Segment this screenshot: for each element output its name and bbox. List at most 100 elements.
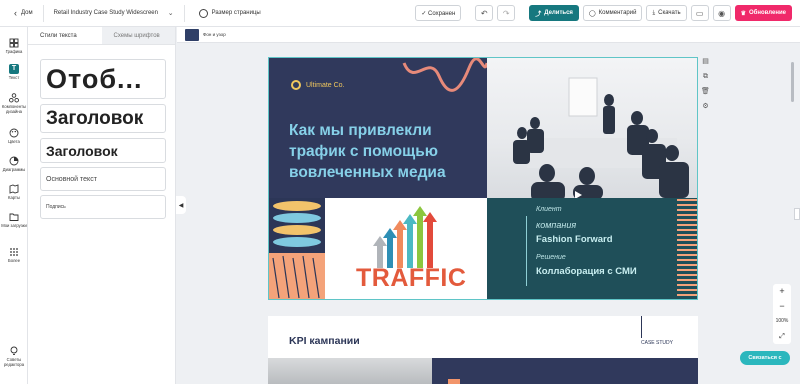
- rail-item-components[interactable]: Компоненты дизайна: [0, 93, 28, 114]
- rail-item-more[interactable]: Более: [0, 247, 28, 264]
- logo-ring-icon: [291, 80, 301, 90]
- kpi-title: KPI кампании: [289, 335, 360, 347]
- stripe-pattern: [677, 198, 697, 299]
- top-toolbar: ‹ Дом Retail Industry Case Study Widescr…: [0, 0, 800, 27]
- video-button[interactable]: ▭: [690, 5, 709, 21]
- brand-name: Ultimate Co.: [306, 81, 345, 89]
- tab-font-schemes[interactable]: Схемы шрифтов: [101, 27, 175, 45]
- company-label: компания: [536, 220, 577, 230]
- client-label: Клиент: [536, 206, 562, 213]
- traffic-word: TRAFFIC: [356, 264, 467, 292]
- style-body[interactable]: Основной текст: [40, 167, 166, 191]
- background-color-swatch[interactable]: [185, 28, 199, 41]
- rail-item-uploads[interactable]: Мои загрузки: [0, 212, 28, 229]
- rail-item-colors[interactable]: Цвета: [0, 128, 28, 145]
- duplicate-icon[interactable]: ⧉: [701, 72, 710, 81]
- comment-icon: ◯: [588, 10, 596, 17]
- slide2-accent: [448, 379, 460, 384]
- divider: [183, 4, 185, 22]
- solution-value: Коллаборация с СМИ: [536, 266, 637, 277]
- document-title-dropdown[interactable]: Retail Industry Case Study Widescreen ⌄: [54, 9, 174, 17]
- divider: [42, 4, 44, 22]
- download-button[interactable]: ⤓ Скачать: [646, 5, 687, 21]
- chart-icon: [9, 156, 19, 166]
- eye-icon: ◉: [718, 8, 726, 18]
- contact-chat-button[interactable]: Связаться с: [740, 351, 790, 365]
- pattern-block: [269, 198, 325, 299]
- solution-label: Решение: [536, 254, 566, 261]
- collapse-panel-button[interactable]: ◀: [176, 196, 186, 214]
- home-button[interactable]: ‹ Дом: [0, 8, 33, 18]
- trash-icon[interactable]: 🗑: [701, 87, 710, 96]
- save-status-button[interactable]: ✓ Сохранен: [415, 5, 462, 21]
- undo-button[interactable]: ↶: [475, 5, 494, 21]
- share-button[interactable]: ⤴ Делиться: [529, 5, 579, 21]
- style-heading[interactable]: Заголовок: [40, 138, 166, 163]
- decorative-pattern: [269, 201, 325, 299]
- slide-title-block: Ultimate Co. Как мы привлекли трафик с п…: [269, 58, 487, 198]
- style-display[interactable]: Отоб...: [40, 59, 166, 99]
- notes-icon[interactable]: ▤: [701, 57, 710, 66]
- editor-app: ‹ Дом Retail Industry Case Study Widescr…: [0, 0, 800, 384]
- upgrade-label: Обновление: [749, 10, 786, 16]
- decorative-squiggle: [402, 58, 487, 92]
- rail-label: Графика: [5, 49, 23, 54]
- brand-logo: Ultimate Co.: [291, 80, 345, 90]
- rail-label: Текст: [8, 75, 20, 80]
- company-name: Fashion Forward: [536, 234, 613, 245]
- style-caption[interactable]: Подпись: [40, 195, 166, 219]
- style-heading-large[interactable]: Заголовок: [40, 104, 166, 133]
- components-icon: [9, 93, 19, 103]
- share-label: Делиться: [544, 10, 573, 16]
- zoom-out-button[interactable]: −: [773, 299, 791, 314]
- zoom-level[interactable]: 100%: [773, 314, 791, 329]
- panel-tabs: Стили текста Схемы шрифтов: [28, 27, 175, 45]
- slide-2[interactable]: KPI кампании CASE STUDY: [268, 316, 698, 384]
- back-arrow-icon: ‹: [14, 8, 17, 18]
- case-study-label: CASE STUDY: [641, 340, 673, 346]
- divider-line: [641, 316, 642, 338]
- palette-icon: [9, 128, 19, 138]
- slide-title: Как мы привлекли трафик с помощью вовлеч…: [289, 122, 446, 181]
- text-styles-panel: Стили текста Схемы шрифтов Отоб... Загол…: [28, 27, 176, 384]
- rail-item-graphics[interactable]: Графика: [0, 38, 28, 55]
- bulb-icon: [9, 346, 19, 356]
- comment-button[interactable]: ◯ Комментарий: [582, 5, 643, 21]
- traffic-graphic: TRAFFIC: [325, 198, 487, 299]
- redo-button[interactable]: ↷: [497, 5, 516, 21]
- meeting-illustration: [513, 77, 689, 198]
- chevron-left-icon: ◀: [178, 202, 184, 209]
- comment-label: Комментарий: [598, 10, 637, 16]
- fit-screen-icon[interactable]: ⤢: [773, 329, 791, 344]
- document-title: Retail Industry Case Study Widescreen: [53, 10, 158, 16]
- canvas-toolbar: Фон и узор: [177, 27, 800, 43]
- share-icon: ⤴: [535, 11, 542, 18]
- zoom-in-button[interactable]: +: [773, 284, 791, 299]
- scrollbar-thumb[interactable]: [791, 62, 794, 102]
- rail-label: Советы редактора: [3, 357, 25, 367]
- rail-item-maps[interactable]: Карты: [0, 184, 28, 201]
- expand-right-panel-tab[interactable]: [794, 208, 800, 220]
- graphics-icon: [9, 38, 19, 48]
- rail-label: Карты: [8, 195, 20, 200]
- resize-page-button[interactable]: Размер страницы: [198, 8, 261, 18]
- rail-item-charts[interactable]: Диаграммы: [0, 156, 28, 173]
- upgrade-button[interactable]: ♛ Обновление: [734, 5, 792, 21]
- slide-1[interactable]: Ultimate Co. Как мы привлекли трафик с п…: [268, 57, 698, 300]
- grid-icon: [9, 247, 19, 257]
- text-icon: T: [9, 64, 19, 74]
- preview-button[interactable]: ◉: [712, 5, 731, 21]
- tab-text-styles[interactable]: Стили текста: [28, 27, 102, 45]
- divider-line: [526, 216, 527, 286]
- rail-item-tips[interactable]: Советы редактора: [0, 346, 28, 367]
- settings-icon[interactable]: ⚙: [701, 102, 710, 111]
- rail-label: Цвета: [8, 139, 20, 144]
- folder-icon: [9, 212, 19, 222]
- home-label: Дом: [21, 10, 33, 16]
- rail-item-text[interactable]: T Текст: [0, 64, 28, 81]
- resize-label: Размер страницы: [211, 10, 261, 16]
- background-label[interactable]: Фон и узор: [203, 32, 226, 37]
- slide2-photo: [268, 358, 432, 384]
- download-icon: ⤓: [652, 9, 656, 16]
- rail-label: Диаграммы: [2, 167, 26, 172]
